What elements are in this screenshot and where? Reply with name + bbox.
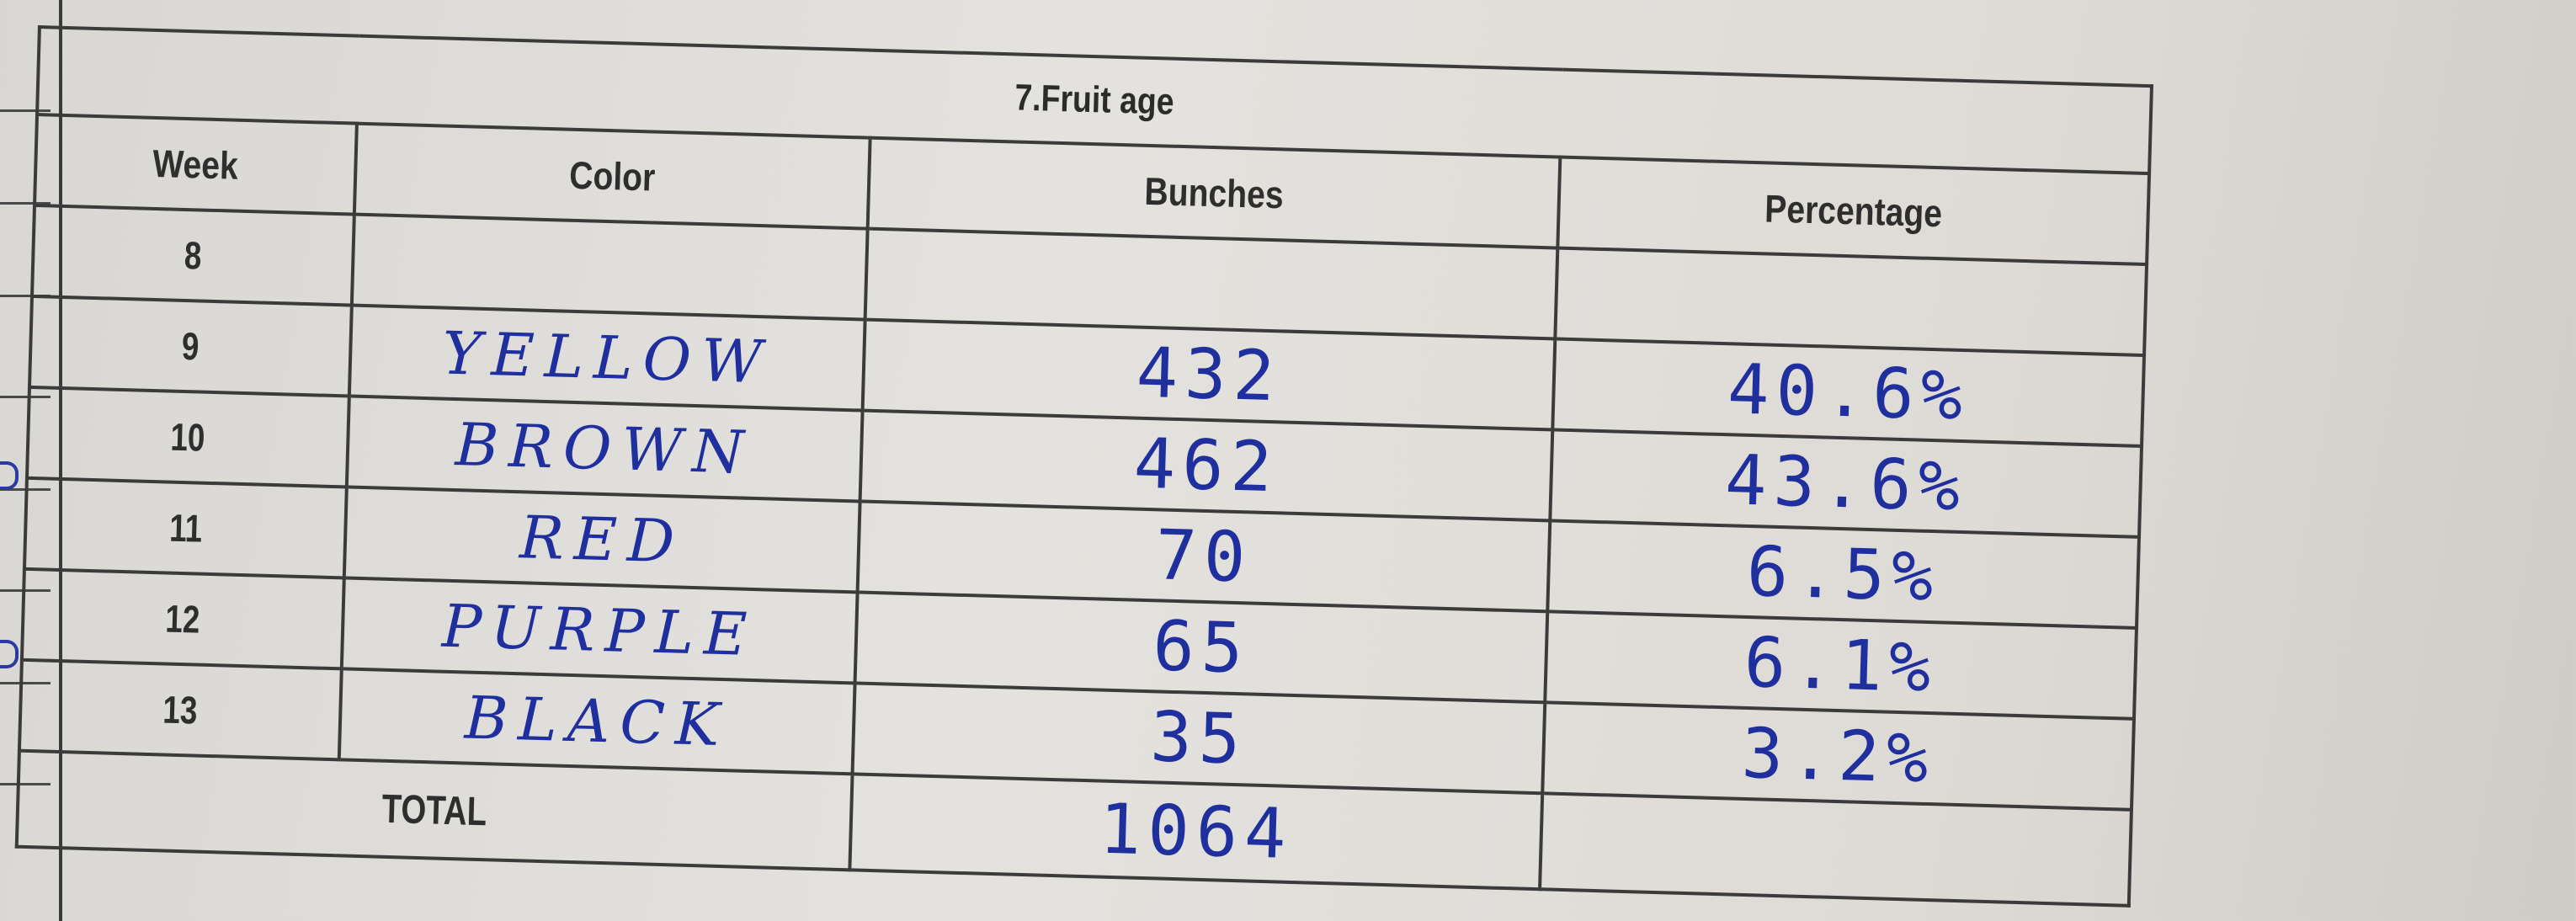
color-cell: BLACK (338, 668, 855, 775)
week-value: 12 (165, 596, 201, 642)
week-value: 13 (162, 687, 199, 732)
percentage-cell: 43.6% (1550, 429, 2142, 537)
week-value: 11 (168, 505, 203, 551)
header-week-label: Week (152, 141, 239, 188)
percentage-cell (1555, 248, 2148, 356)
week-value: 8 (184, 232, 203, 278)
adjacent-ink-mark (0, 640, 19, 668)
week-cell: 12 (21, 568, 344, 669)
week-cell: 10 (26, 386, 349, 487)
fruit-age-table: 7.Fruit age Week Color Bunches Percentag… (15, 25, 2153, 908)
week-cell: 8 (32, 205, 354, 306)
color-cell (351, 214, 868, 320)
adjacent-ink-mark (0, 461, 19, 490)
color-cell: BROWN (346, 396, 863, 502)
total-label: TOTAL (381, 786, 488, 834)
week-value: 10 (170, 414, 206, 460)
header-percentage-label: Percentage (1764, 186, 1943, 236)
header-week: Week (35, 114, 357, 215)
header-color: Color (354, 123, 870, 229)
week-cell: 9 (29, 295, 352, 397)
fruit-age-form: 7.Fruit age Week Color Bunches Percentag… (13, 25, 2150, 921)
week-value: 9 (181, 323, 200, 369)
color-cell: PURPLE (341, 578, 858, 684)
percentage-cell: 40.6% (1552, 338, 2145, 446)
total-percentage-cell (1540, 793, 2132, 906)
header-percentage: Percentage (1557, 157, 2150, 265)
percentage-cell: 6.1% (1545, 611, 2137, 719)
color-cell: RED (343, 487, 860, 593)
color-cell: YELLOW (349, 305, 865, 411)
header-color-label: Color (568, 152, 657, 200)
header-bunches-label: Bunches (1143, 168, 1285, 217)
percentage-cell: 3.2% (1542, 702, 2134, 810)
week-cell: 11 (24, 477, 347, 578)
total-bunches-cell: 1064 (849, 774, 1543, 890)
week-cell: 13 (19, 659, 342, 760)
percentage-cell: 6.5% (1547, 520, 2139, 628)
